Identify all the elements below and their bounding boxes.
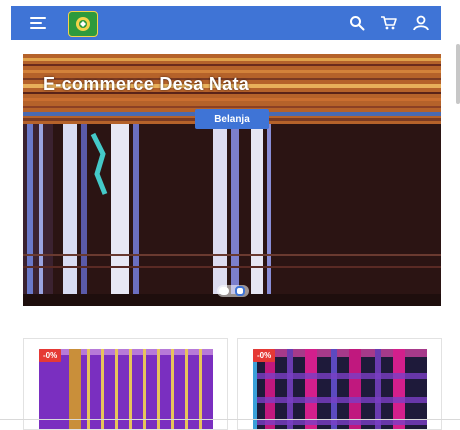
hero-carousel[interactable]: E-commerce Desa Nata Belanja bbox=[23, 54, 441, 306]
product-card[interactable]: -0% bbox=[23, 338, 228, 430]
bottom-divider bbox=[0, 419, 460, 420]
product-card[interactable]: -0% bbox=[237, 338, 442, 430]
top-app-bar bbox=[11, 6, 441, 40]
discount-badge: -0% bbox=[253, 349, 276, 362]
emblem-logo[interactable] bbox=[68, 11, 98, 37]
shop-button[interactable]: Belanja bbox=[195, 109, 269, 129]
carousel-dot-active[interactable] bbox=[235, 286, 245, 296]
cart-icon[interactable] bbox=[379, 13, 399, 33]
discount-badge: -0% bbox=[39, 349, 62, 362]
carousel-indicator[interactable] bbox=[217, 285, 249, 297]
user-icon[interactable] bbox=[411, 13, 431, 33]
product-image bbox=[39, 349, 213, 429]
scrollbar[interactable] bbox=[456, 44, 460, 104]
product-image bbox=[253, 349, 427, 429]
hero-title: E-commerce Desa Nata bbox=[43, 74, 250, 94]
search-icon[interactable] bbox=[347, 13, 367, 33]
menu-icon[interactable] bbox=[30, 17, 48, 29]
carousel-dot[interactable] bbox=[219, 287, 229, 295]
emblem-shape bbox=[76, 17, 90, 31]
